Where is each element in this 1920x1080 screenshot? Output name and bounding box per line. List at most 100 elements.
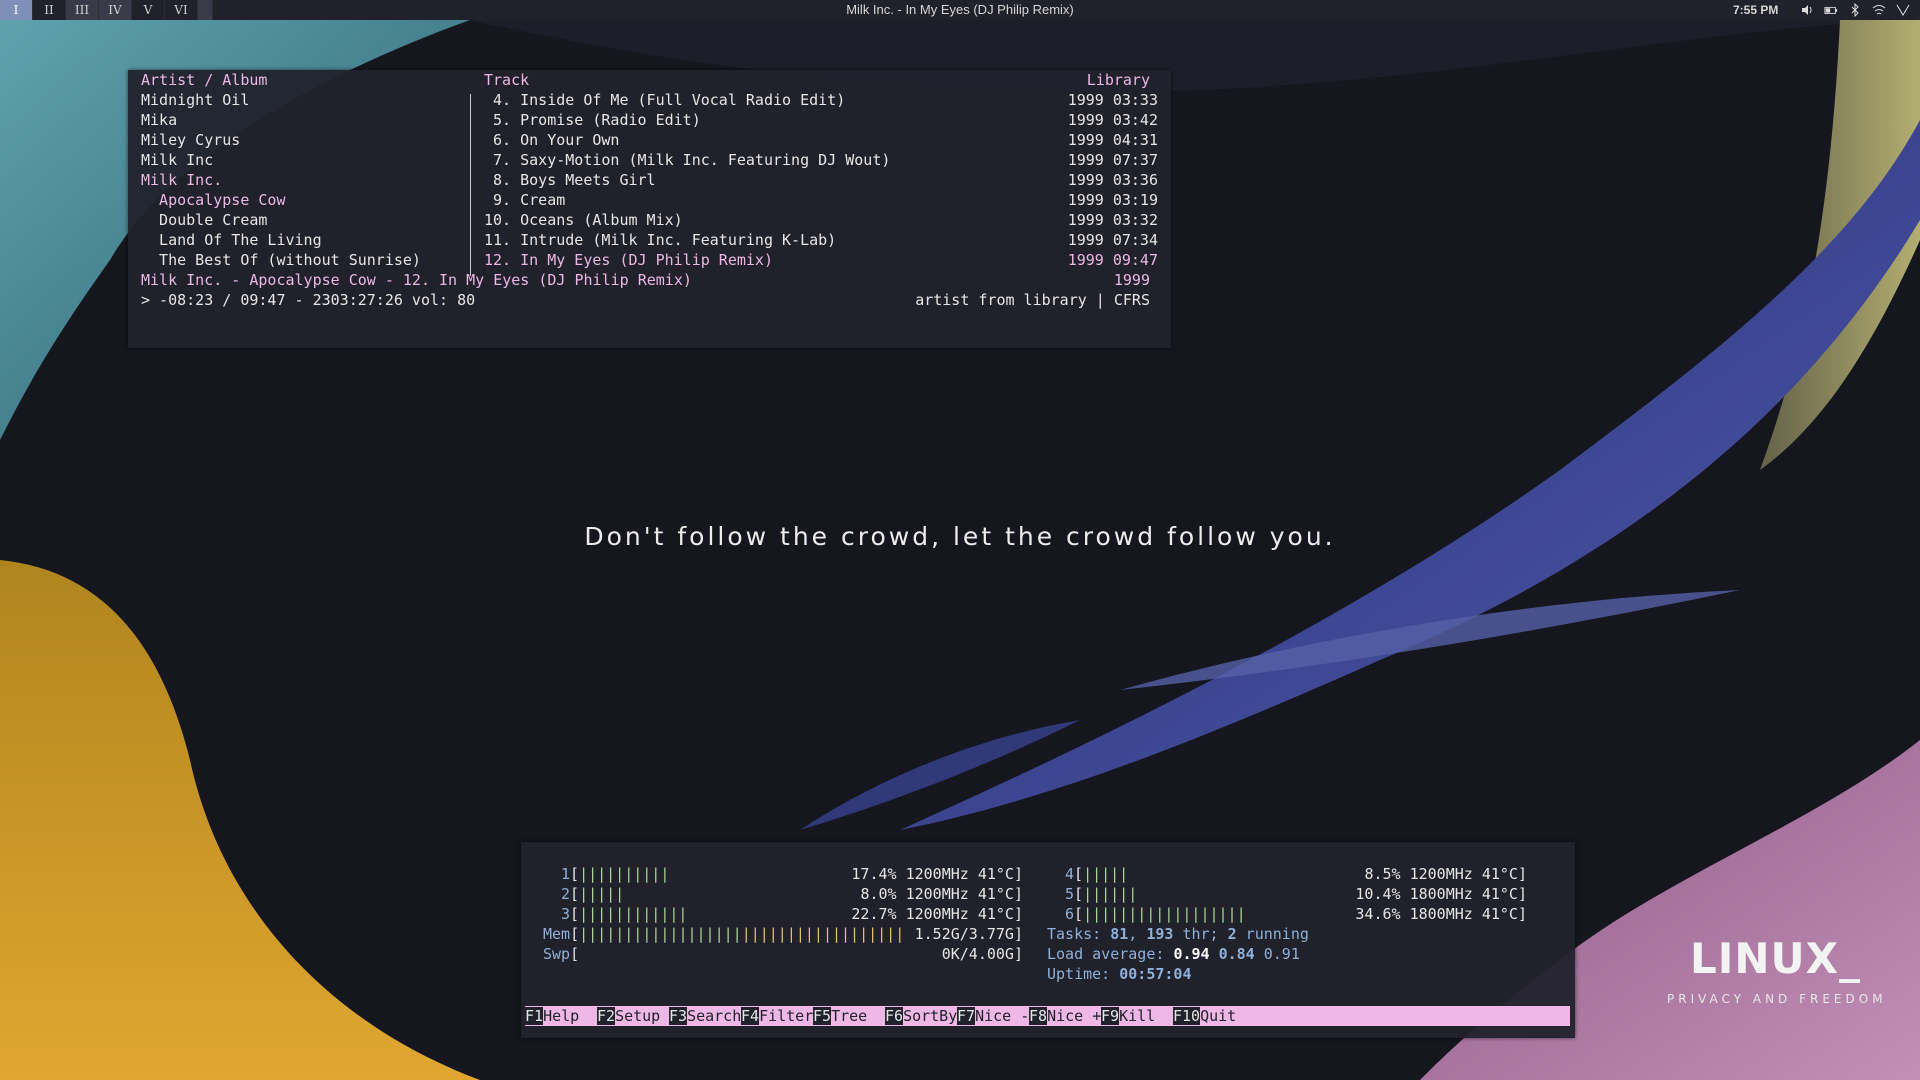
battery-icon[interactable] bbox=[1824, 3, 1838, 17]
track-meta: 1999 03:19 bbox=[1067, 191, 1158, 209]
cpu-label: 1 bbox=[561, 865, 571, 883]
linux-logo-subtitle: PRIVACY AND FREEDOM bbox=[1667, 992, 1887, 1006]
load-label: Load average: bbox=[1047, 945, 1174, 963]
track-meta: 1999 07:34 bbox=[1067, 231, 1158, 249]
track-title: 12. In My Eyes (DJ Philip Remix) bbox=[484, 251, 773, 269]
artist-item-selected[interactable]: Milk Inc. bbox=[141, 170, 421, 190]
track-row[interactable]: 11. Intrude (Milk Inc. Featuring K-Lab) 1… bbox=[484, 230, 1158, 250]
cpu-stats-1: 17.4% 1200MHz 41°C] bbox=[851, 865, 1023, 883]
track-row[interactable]: 8. Boys Meets Girl 1999 03:36 bbox=[484, 170, 1158, 190]
cpu-label: 5 bbox=[1065, 885, 1075, 903]
function-key-bar: F1Help F2Setup F3Search F4Filter F5Tree … bbox=[525, 1006, 1570, 1026]
load-1min: 0.94 bbox=[1173, 945, 1210, 963]
artist-album-list: Midnight Oil Mika Miley Cyrus Milk Inc M… bbox=[141, 90, 421, 270]
track-meta: 1999 03:32 bbox=[1067, 211, 1158, 229]
cpu-meter-2: 2[||||| bbox=[561, 885, 625, 903]
running-count: 2 bbox=[1227, 925, 1237, 943]
track-row[interactable]: 10. Oceans (Album Mix) 1999 03:32 bbox=[484, 210, 1158, 230]
track-meta: 1999 03:42 bbox=[1067, 111, 1158, 129]
cpu-bar: ||||| bbox=[579, 885, 625, 903]
cpu-meter-4: 4[||||| bbox=[1065, 865, 1129, 883]
track-row[interactable]: 4. Inside Of Me (Full Vocal Radio Edit) 1… bbox=[484, 90, 1158, 110]
artist-item[interactable]: Midnight Oil bbox=[141, 90, 421, 110]
cpu-meter-1: 1[|||||||||| bbox=[561, 865, 670, 883]
linux-logo-title: LINUX_ bbox=[1690, 934, 1862, 983]
f5-tree-button[interactable]: F5Tree bbox=[813, 1006, 885, 1026]
htop-terminal-window[interactable]: 1[|||||||||| 17.4% 1200MHz 41°C] 2[|||||… bbox=[521, 842, 1575, 1038]
track-row[interactable]: 5. Promise (Radio Edit) 1999 03:42 bbox=[484, 110, 1158, 130]
tasks-summary: Tasks: 81, 193 thr; 2 running bbox=[1047, 924, 1309, 944]
cpu-stats-5: 10.4% 1800MHz 41°C] bbox=[1355, 885, 1527, 903]
f3-search-button[interactable]: F3Search bbox=[669, 1006, 741, 1026]
artist-item[interactable]: Mika bbox=[141, 110, 421, 130]
f7-nice-minus-button[interactable]: F7Nice - bbox=[957, 1006, 1029, 1026]
track-meta: 1999 09:47 bbox=[1067, 251, 1158, 269]
threads-count: 193 bbox=[1146, 925, 1174, 943]
album-item[interactable]: Double Cream bbox=[141, 210, 421, 230]
uptime: Uptime: 00:57:04 bbox=[1047, 964, 1192, 984]
track-meta: 1999 07:37 bbox=[1067, 151, 1158, 169]
album-item-selected[interactable]: Apocalypse Cow bbox=[141, 190, 421, 210]
f4-filter-button[interactable]: F4Filter bbox=[741, 1006, 813, 1026]
track-title: 6. On Your Own bbox=[484, 131, 620, 149]
cpu-meter-3: 3[|||||||||||| bbox=[561, 905, 688, 923]
track-title: 10. Oceans (Album Mix) bbox=[484, 211, 683, 229]
cpu-bar: |||||||||||| bbox=[579, 905, 688, 923]
cpu-label: 2 bbox=[561, 885, 571, 903]
swap-value: 0K/4.00G] bbox=[941, 945, 1023, 963]
library-header: Library bbox=[1086, 71, 1150, 89]
network-icon[interactable] bbox=[1896, 3, 1910, 17]
track-title: 5. Promise (Radio Edit) bbox=[484, 111, 701, 129]
window-title: Milk Inc. - In My Eyes (DJ Philip Remix) bbox=[846, 2, 1074, 17]
f1-help-button[interactable]: F1Help bbox=[525, 1006, 597, 1026]
track-title: 4. Inside Of Me (Full Vocal Radio Edit) bbox=[484, 91, 846, 109]
mem-bar-used: |||||||||||||||||| bbox=[579, 925, 742, 943]
system-tray bbox=[1800, 0, 1910, 20]
swap-label: Swp bbox=[543, 945, 571, 963]
track-row[interactable]: 7. Saxy-Motion (Milk Inc. Featuring DJ W… bbox=[484, 150, 1158, 170]
artist-item[interactable]: Miley Cyrus bbox=[141, 130, 421, 150]
mem-bar-cache: |||||||||||||||||| bbox=[741, 925, 905, 943]
bluetooth-icon[interactable] bbox=[1848, 3, 1862, 17]
load-average: Load average: 0.94 0.84 0.91 bbox=[1047, 944, 1300, 964]
track-meta: 1999 04:31 bbox=[1067, 131, 1158, 149]
track-title: 9. Cream bbox=[484, 191, 566, 209]
wifi-icon[interactable] bbox=[1872, 3, 1886, 17]
track-row[interactable]: 9. Cream 1999 03:19 bbox=[484, 190, 1158, 210]
album-item[interactable]: Land Of The Living bbox=[141, 230, 421, 250]
track-meta: 1999 03:33 bbox=[1067, 91, 1158, 109]
f10-quit-button[interactable]: F10Quit bbox=[1173, 1006, 1236, 1026]
volume-icon[interactable] bbox=[1800, 3, 1814, 17]
f9-kill-button[interactable]: F9Kill bbox=[1101, 1006, 1173, 1026]
uptime-value: 00:57:04 bbox=[1119, 965, 1192, 983]
cmus-terminal-window[interactable]: Artist / Album Track Library Midnight Oi… bbox=[128, 70, 1171, 348]
track-row-playing[interactable]: 12. In My Eyes (DJ Philip Remix) 1999 09:… bbox=[484, 250, 1158, 270]
f8-nice-plus-button[interactable]: F8Nice + bbox=[1029, 1006, 1101, 1026]
column-divider bbox=[470, 94, 471, 276]
desktop-quote: Don't follow the crowd, let the crowd fo… bbox=[584, 522, 1336, 551]
cpu-label: 4 bbox=[1065, 865, 1075, 883]
cpu-stats-6: 34.6% 1800MHz 41°C] bbox=[1355, 905, 1527, 923]
cpu-stats-3: 22.7% 1200MHz 41°C] bbox=[851, 905, 1023, 923]
load-15min: 0.91 bbox=[1263, 945, 1300, 963]
artist-item[interactable]: Milk Inc bbox=[141, 150, 421, 170]
cpu-label: 3 bbox=[561, 905, 571, 923]
tasks-count: 81 bbox=[1110, 925, 1129, 943]
track-list: 4. Inside Of Me (Full Vocal Radio Edit) 1… bbox=[484, 90, 1158, 270]
cpu-meter-5: 5[|||||| bbox=[1065, 885, 1138, 903]
cpu-bar: ||||| bbox=[1083, 865, 1129, 883]
clock[interactable]: 7:55 PM bbox=[1733, 0, 1778, 20]
track-row[interactable]: 6. On Your Own 1999 04:31 bbox=[484, 130, 1158, 150]
track-meta: 1999 03:36 bbox=[1067, 171, 1158, 189]
playback-mode: artist from library | CFRS bbox=[915, 291, 1150, 309]
mem-meter: Mem[|||||||||||||||||||||||||||||||||||| bbox=[543, 925, 905, 943]
track-title: 7. Saxy-Motion (Milk Inc. Featuring DJ W… bbox=[484, 151, 891, 169]
f2-setup-button[interactable]: F2Setup bbox=[597, 1006, 669, 1026]
swap-meter: Swp[ bbox=[543, 945, 580, 963]
cpu-label: 6 bbox=[1065, 905, 1075, 923]
album-item[interactable]: The Best Of (without Sunrise) bbox=[141, 250, 421, 270]
f6-sortby-button[interactable]: F6SortBy bbox=[885, 1006, 957, 1026]
running-label: running bbox=[1236, 925, 1309, 943]
tasks-label: Tasks: bbox=[1047, 925, 1111, 943]
tasks-sep: , bbox=[1128, 925, 1147, 943]
